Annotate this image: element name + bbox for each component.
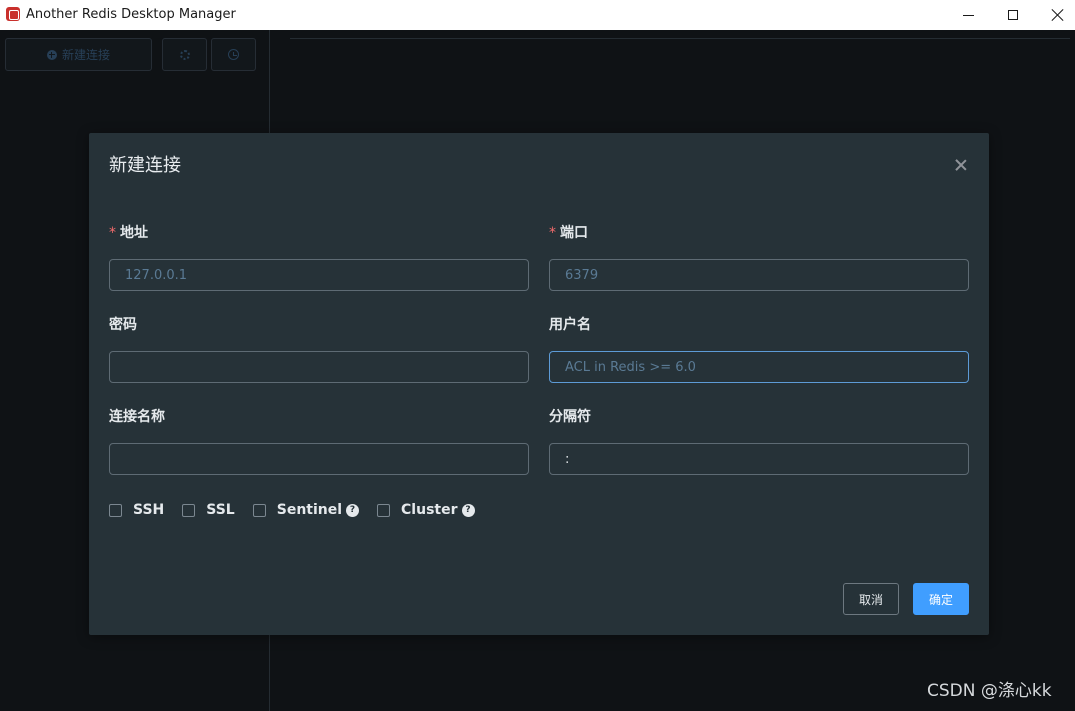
new-connection-dialog: 新建连接 *地址 *端口 密码 用户名 连接名称 分隔符 SSH SSL Sen… — [89, 133, 989, 635]
ssh-label: SSH — [133, 502, 165, 518]
password-label: 密码 — [109, 317, 137, 333]
minimize-button[interactable] — [945, 0, 991, 30]
question-icon[interactable]: ? — [346, 503, 360, 517]
required-marker: * — [549, 225, 556, 241]
close-icon — [1052, 9, 1064, 21]
separator-label: 分隔符 — [549, 409, 591, 425]
username-label: 用户名 — [549, 317, 591, 333]
username-input[interactable] — [549, 351, 969, 383]
app-logo-icon — [6, 7, 20, 21]
password-input[interactable] — [109, 351, 529, 383]
host-label: * 地址 — [109, 225, 148, 241]
checkbox-box[interactable] — [252, 503, 266, 517]
separator-input[interactable] — [549, 443, 969, 475]
cluster-label: Cluster — [401, 502, 458, 518]
ssl-label: SSL — [206, 502, 235, 518]
minimize-icon — [962, 14, 974, 16]
ssh-checkbox[interactable]: SSH — [109, 502, 164, 518]
required-marker: * — [109, 225, 116, 241]
confirm-button[interactable]: 确定 — [913, 583, 969, 615]
connection-name-input[interactable] — [109, 443, 529, 475]
checkbox-box[interactable] — [377, 503, 391, 517]
dialog-close-button[interactable] — [953, 157, 969, 173]
sentinel-checkbox[interactable]: Sentinel ? — [252, 502, 360, 518]
port-label: * 端口 — [549, 225, 588, 241]
question-icon[interactable]: ? — [461, 503, 475, 517]
sentinel-label: Sentinel — [276, 502, 343, 518]
port-input[interactable] — [549, 259, 969, 291]
connection-options: SSH SSL Sentinel ? Cluster ? — [109, 501, 493, 519]
cancel-button[interactable]: 取消 — [843, 583, 899, 615]
window-title: Another Redis Desktop Manager — [26, 7, 236, 22]
title-bar: Another Redis Desktop Manager — [0, 0, 1075, 30]
cluster-checkbox[interactable]: Cluster ? — [377, 502, 475, 518]
connection-name-label: 连接名称 — [109, 409, 165, 425]
maximize-button[interactable] — [990, 0, 1036, 30]
close-window-button[interactable] — [1035, 0, 1075, 30]
checkbox-box[interactable] — [109, 503, 122, 517]
checkbox-box[interactable] — [182, 503, 196, 517]
maximize-icon — [1008, 10, 1018, 20]
host-input[interactable] — [109, 259, 529, 291]
watermark: CSDN @涤心kk — [927, 681, 1052, 701]
dialog-title: 新建连接 — [109, 155, 181, 176]
ssl-checkbox[interactable]: SSL — [182, 502, 235, 518]
